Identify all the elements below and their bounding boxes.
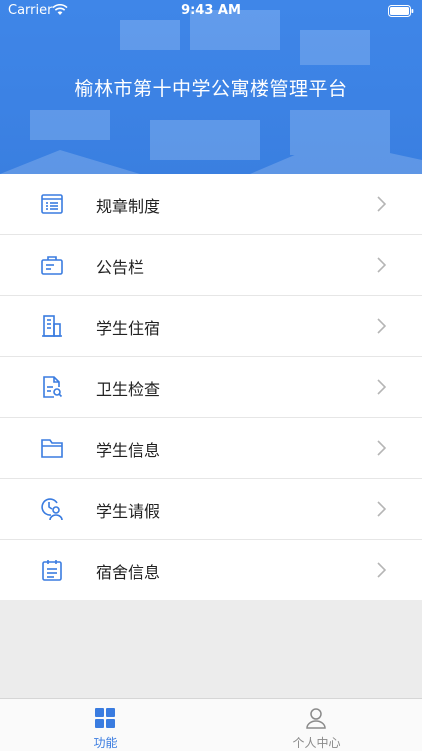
tab-functions[interactable]: 功能: [0, 699, 211, 751]
battery-icon: [388, 5, 414, 17]
grid-icon: [95, 708, 115, 728]
folder-icon: [41, 439, 63, 458]
chevron-right-icon: [377, 562, 386, 578]
regulations-list-icon: [41, 194, 63, 214]
status-time: 9:43 AM: [181, 3, 241, 18]
menu-item-label: 宿舍信息: [96, 563, 161, 582]
menu-item-label: 规章制度: [96, 197, 161, 216]
menu-item-student-info[interactable]: 学生信息: [0, 418, 422, 479]
tab-personal-center[interactable]: 个人中心: [211, 699, 422, 751]
menu-item-dorm-info[interactable]: 宿舍信息: [0, 540, 422, 601]
header-banner: Carrier 9:43 AM 榆林市第十中学公寓楼管理平台: [0, 0, 422, 174]
empty-background: [0, 600, 422, 698]
menu-item-hygiene-inspection[interactable]: 卫生检查: [0, 357, 422, 418]
tab-label: 功能: [93, 736, 118, 750]
menu-item-student-housing[interactable]: 学生住宿: [0, 296, 422, 357]
person-icon: [306, 708, 326, 729]
menu-item-label: 公告栏: [96, 258, 145, 277]
chevron-right-icon: [377, 501, 386, 517]
building-icon: [42, 315, 62, 337]
menu-item-bulletin[interactable]: 公告栏: [0, 235, 422, 296]
chevron-right-icon: [377, 379, 386, 395]
page-title: 榆林市第十中学公寓楼管理平台: [74, 78, 348, 100]
menu-item-student-leave[interactable]: 学生请假: [0, 479, 422, 540]
menu-item-label: 学生住宿: [96, 319, 161, 338]
bulletin-board-icon: [41, 256, 63, 275]
tab-bar: 功能 个人中心: [0, 698, 422, 751]
chevron-right-icon: [377, 440, 386, 456]
person-clock-icon: [41, 498, 63, 521]
inspection-document-icon: [43, 376, 63, 398]
chevron-right-icon: [377, 196, 386, 212]
chevron-right-icon: [377, 318, 386, 334]
menu-item-label: 学生请假: [96, 502, 161, 521]
menu-item-label: 卫生检查: [96, 380, 161, 399]
menu-item-regulations[interactable]: 规章制度: [0, 174, 422, 235]
menu-item-label: 学生信息: [96, 441, 161, 460]
chevron-right-icon: [377, 257, 386, 273]
clipboard-icon: [42, 560, 62, 581]
function-menu-list: 规章制度 公告栏 学生住宿 卫生检查 学生信息 学生请假 宿舍信息: [0, 174, 422, 601]
status-bar: Carrier 9:43 AM: [0, 0, 422, 22]
tab-label: 个人中心: [292, 736, 341, 750]
